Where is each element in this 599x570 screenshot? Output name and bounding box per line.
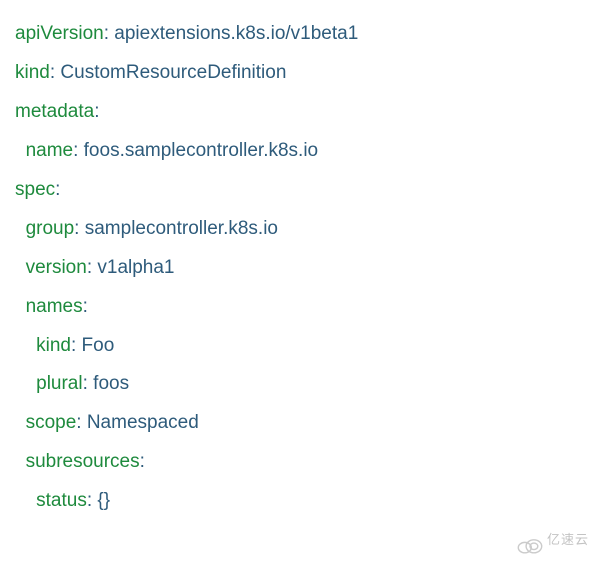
yaml-indent: [15, 140, 26, 161]
yaml-sep: :: [83, 373, 94, 394]
yaml-indent: [15, 257, 26, 278]
yaml-indent: [15, 296, 26, 317]
yaml-key: group: [26, 218, 75, 239]
watermark: 亿速云: [517, 527, 589, 554]
yaml-line: kind: Foo: [15, 327, 584, 366]
cloud-icon: [517, 531, 543, 551]
watermark-text: 亿速云: [547, 527, 589, 554]
yaml-indent: [15, 490, 36, 511]
yaml-key: apiVersion: [15, 23, 104, 44]
yaml-sep: :: [76, 412, 87, 433]
yaml-key: names: [26, 296, 83, 317]
yaml-value: {}: [97, 490, 110, 511]
yaml-sep: :: [74, 218, 85, 239]
yaml-line: spec:: [15, 171, 584, 210]
yaml-sep: :: [87, 490, 98, 511]
yaml-key: subresources: [26, 451, 140, 472]
yaml-value: foos: [93, 373, 129, 394]
yaml-key: spec: [15, 179, 55, 200]
yaml-value: apiextensions.k8s.io/v1beta1: [114, 23, 358, 44]
yaml-sep: :: [94, 101, 99, 122]
yaml-key: version: [26, 257, 87, 278]
yaml-line: group: samplecontroller.k8s.io: [15, 210, 584, 249]
yaml-line: metadata:: [15, 93, 584, 132]
yaml-indent: [15, 412, 26, 433]
yaml-indent: [15, 373, 36, 394]
yaml-value: foos.samplecontroller.k8s.io: [84, 140, 318, 161]
yaml-indent: [15, 335, 36, 356]
yaml-sep: :: [73, 140, 84, 161]
yaml-sep: :: [71, 335, 82, 356]
yaml-key: plural: [36, 373, 82, 394]
yaml-value: CustomResourceDefinition: [60, 62, 286, 83]
yaml-key: scope: [26, 412, 77, 433]
yaml-indent: [15, 218, 26, 239]
yaml-sep: :: [87, 257, 98, 278]
yaml-line: version: v1alpha1: [15, 249, 584, 288]
yaml-key: status: [36, 490, 87, 511]
yaml-key: kind: [36, 335, 71, 356]
yaml-key: name: [26, 140, 74, 161]
yaml-line: scope: Namespaced: [15, 404, 584, 443]
yaml-value: v1alpha1: [97, 257, 174, 278]
yaml-value: Foo: [82, 335, 115, 356]
yaml-line: apiVersion: apiextensions.k8s.io/v1beta1: [15, 15, 584, 54]
yaml-line: subresources:: [15, 443, 584, 482]
yaml-line: names:: [15, 288, 584, 327]
yaml-sep: :: [104, 23, 115, 44]
yaml-sep: :: [50, 62, 61, 83]
yaml-value: Namespaced: [87, 412, 199, 433]
yaml-code-block: apiVersion: apiextensions.k8s.io/v1beta1…: [15, 15, 584, 521]
yaml-sep: :: [83, 296, 88, 317]
yaml-line: kind: CustomResourceDefinition: [15, 54, 584, 93]
yaml-key: metadata: [15, 101, 94, 122]
yaml-key: kind: [15, 62, 50, 83]
yaml-sep: :: [140, 451, 145, 472]
yaml-sep: :: [55, 179, 60, 200]
yaml-line: name: foos.samplecontroller.k8s.io: [15, 132, 584, 171]
yaml-line: plural: foos: [15, 365, 584, 404]
yaml-line: status: {}: [15, 482, 584, 521]
yaml-indent: [15, 451, 26, 472]
yaml-value: samplecontroller.k8s.io: [85, 218, 278, 239]
